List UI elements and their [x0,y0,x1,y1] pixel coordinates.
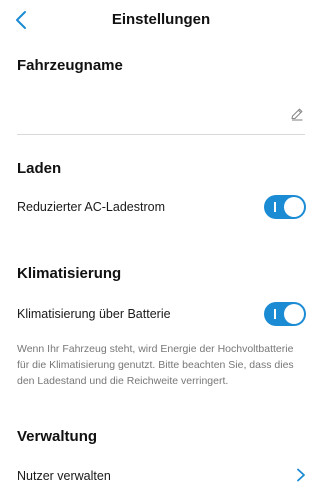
manage-users-label[interactable]: Nutzer verwalten [17,469,111,483]
vehicle-name-field [17,98,305,135]
management-heading: Verwaltung [17,428,98,445]
battery-climate-toggle[interactable] [264,302,306,326]
reduced-ac-charging-label: Reduzierter AC-Ladestrom [17,200,165,214]
toggle-on-mark [274,202,276,212]
pencil-icon[interactable] [289,106,305,122]
climate-heading: Klimatisierung [17,265,122,282]
vehicle-name-input[interactable] [17,104,279,126]
toggle-on-mark [274,309,276,319]
charging-heading: Laden [17,160,62,177]
toggle-knob [284,197,304,217]
reduced-ac-charging-toggle[interactable] [264,195,306,219]
toggle-knob [284,304,304,324]
chevron-right-icon[interactable] [296,468,306,482]
top-bar: Einstellungen [0,0,322,40]
page-title: Einstellungen [111,11,211,28]
vehicle-name-heading: Fahrzeugname [17,57,123,74]
climate-description: Wenn Ihr Fahrzeug steht, wird Energie de… [17,343,294,387]
battery-climate-label: Klimatisierung über Batterie [17,307,171,321]
